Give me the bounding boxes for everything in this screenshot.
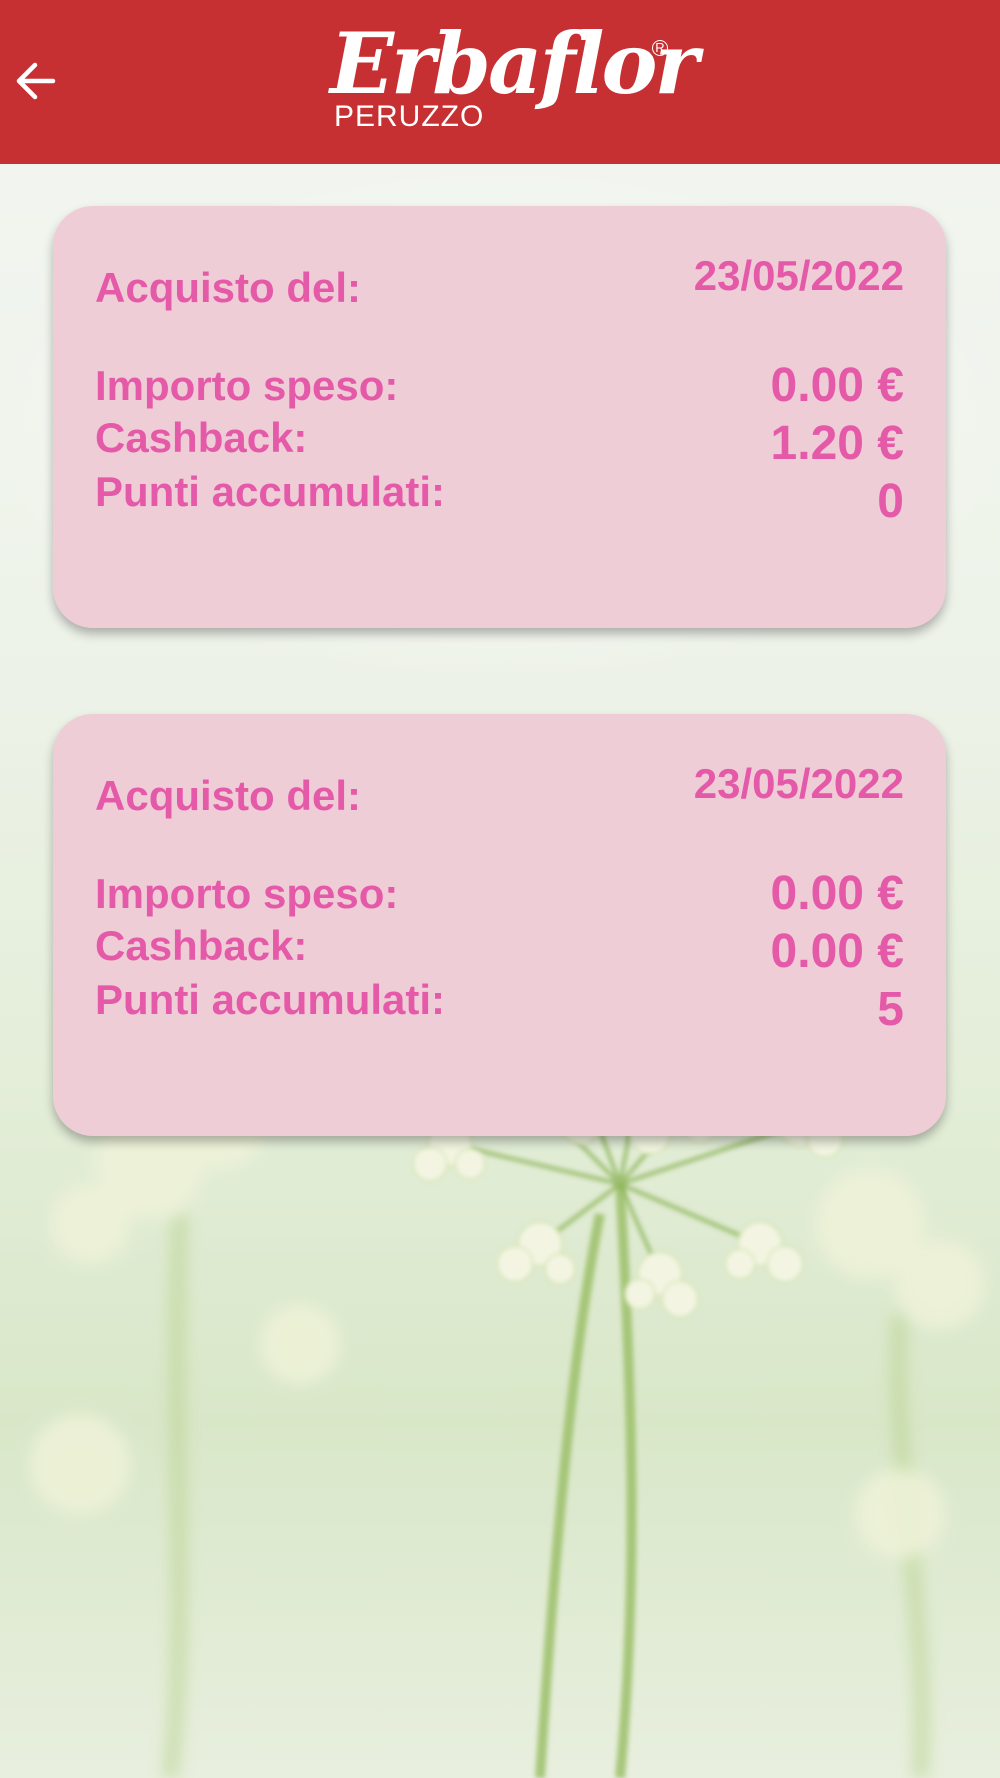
app-header: Erbaflor PERUZZO R [0, 0, 1000, 164]
spent-value: 0.00 € [770, 867, 904, 920]
points-value: 0 [877, 475, 904, 528]
purchase-card: Acquisto del: 23/05/2022 Importo speso: … [53, 206, 946, 628]
spent-label: Importo speso: [95, 870, 399, 917]
spent-value: 0.00 € [770, 359, 904, 412]
arrow-left-icon [16, 62, 56, 100]
logo-script-text: Erbaflor [330, 14, 699, 113]
registered-mark-icon: R [652, 40, 668, 56]
date-value: 23/05/2022 [693, 760, 904, 807]
points-label: Punti accumulati: [95, 468, 446, 515]
date-label: Acquisto del: [95, 772, 362, 819]
brand-logo: Erbaflor PERUZZO R [330, 14, 699, 138]
points-label: Punti accumulati: [95, 976, 446, 1023]
cashback-value: 0.00 € [770, 925, 904, 978]
back-button[interactable] [6, 52, 64, 110]
purchase-card: Acquisto del: 23/05/2022 Importo speso: … [53, 714, 946, 1136]
date-label: Acquisto del: [95, 264, 362, 311]
logo-subtitle: PERUZZO [334, 100, 485, 133]
date-value: 23/05/2022 [693, 252, 904, 299]
cashback-label: Cashback: [95, 922, 308, 969]
cashback-label: Cashback: [95, 414, 308, 461]
cashback-value: 1.20 € [770, 417, 904, 470]
points-value: 5 [877, 983, 904, 1036]
spent-label: Importo speso: [95, 362, 399, 409]
